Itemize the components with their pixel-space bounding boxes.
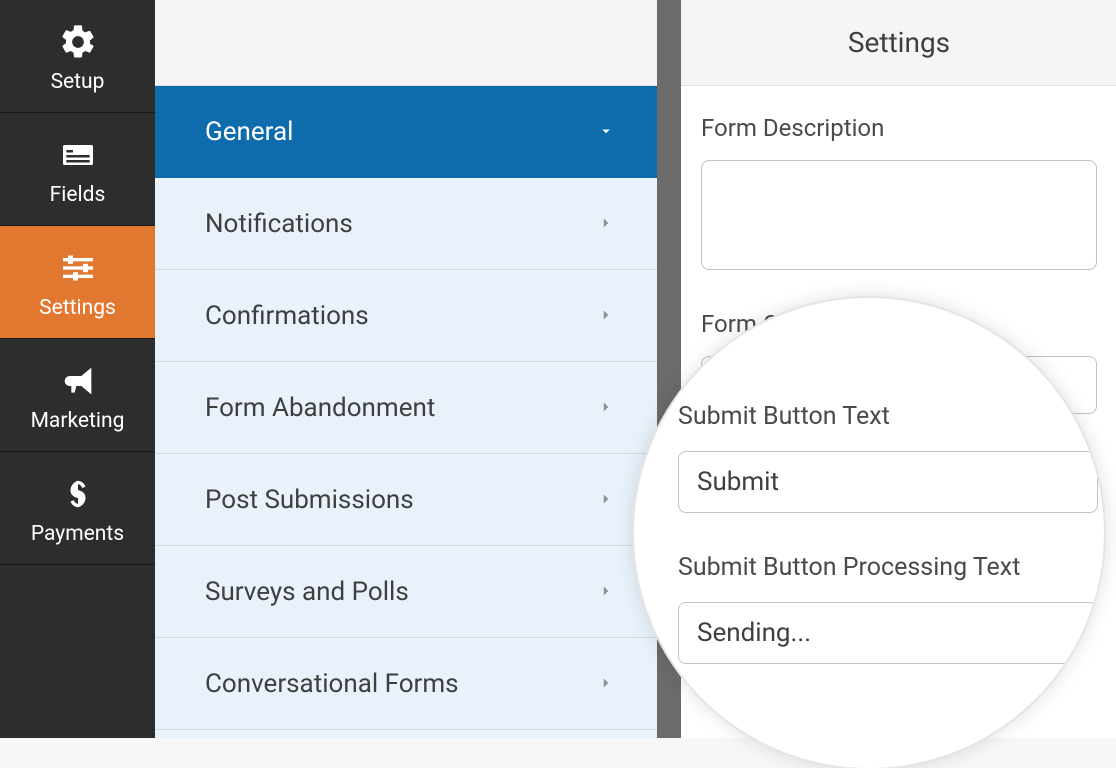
settings-item-conversational-forms[interactable]: Conversational Forms — [155, 638, 657, 730]
sidebar-label: Payments — [31, 522, 124, 546]
sidebar-label: Setup — [51, 70, 105, 94]
sidebar-item-marketing[interactable]: Marketing — [0, 339, 155, 452]
gear-icon — [58, 22, 98, 62]
chevron-right-icon — [597, 301, 615, 331]
settings-item-label: Conversational Forms — [205, 669, 459, 699]
settings-item-form-abandonment[interactable]: Form Abandonment — [155, 362, 657, 454]
settings-item-label: Confirmations — [205, 301, 369, 331]
megaphone-icon — [58, 361, 98, 401]
magnifier-callout: Submit Button Text Submit Button Process… — [634, 298, 1104, 768]
chevron-right-icon — [597, 209, 615, 239]
sidebar-label: Marketing — [31, 409, 125, 433]
page-title: Settings — [848, 26, 950, 59]
chevron-right-icon — [597, 393, 615, 423]
settings-item-notifications[interactable]: Notifications — [155, 178, 657, 270]
sidebar-item-payments[interactable]: Payments — [0, 452, 155, 565]
settings-item-confirmations[interactable]: Confirmations — [155, 270, 657, 362]
submit-button-processing-label: Submit Button Processing Text — [678, 553, 1104, 582]
settings-item-label: Form Abandonment — [205, 393, 435, 423]
submit-button-text-input[interactable] — [678, 451, 1098, 513]
submit-button-text-group: Submit Button Text — [678, 402, 1104, 513]
chevron-down-icon — [597, 117, 615, 147]
settings-item-surveys-polls[interactable]: Surveys and Polls — [155, 546, 657, 638]
sliders-icon — [58, 248, 98, 288]
submit-button-processing-group: Submit Button Processing Text — [678, 553, 1104, 664]
sidebar-label: Fields — [50, 183, 106, 207]
sidebar-item-setup[interactable]: Setup — [0, 0, 155, 113]
chevron-right-icon — [597, 577, 615, 607]
settings-list: General Notifications Confirmations Form… — [155, 86, 657, 738]
content-header: Settings — [681, 0, 1116, 86]
chevron-right-icon — [597, 669, 615, 699]
chevron-right-icon — [597, 485, 615, 515]
sidebar-item-settings[interactable]: Settings — [0, 226, 155, 339]
form-description-input[interactable] — [701, 160, 1097, 270]
form-description-group: Form Description — [701, 114, 1097, 274]
settings-item-label: Notifications — [205, 209, 353, 239]
form-description-label: Form Description — [701, 114, 1097, 142]
sidebar-item-fields[interactable]: Fields — [0, 113, 155, 226]
settings-item-post-submissions[interactable]: Post Submissions — [155, 454, 657, 546]
settings-item-general[interactable]: General — [155, 86, 657, 178]
fields-icon — [58, 135, 98, 175]
settings-item-label: Post Submissions — [205, 485, 414, 515]
settings-item-label: Surveys and Polls — [205, 577, 409, 607]
settings-panel-header — [155, 0, 657, 86]
main-sidebar: Setup Fields Settings Marketing Payments — [0, 0, 155, 738]
dollar-icon — [58, 474, 98, 514]
submit-button-text-label: Submit Button Text — [678, 402, 1104, 431]
submit-button-processing-input[interactable] — [678, 602, 1098, 664]
settings-panel: General Notifications Confirmations Form… — [155, 0, 657, 738]
sidebar-label: Settings — [39, 296, 116, 320]
settings-item-label: General — [205, 117, 293, 147]
